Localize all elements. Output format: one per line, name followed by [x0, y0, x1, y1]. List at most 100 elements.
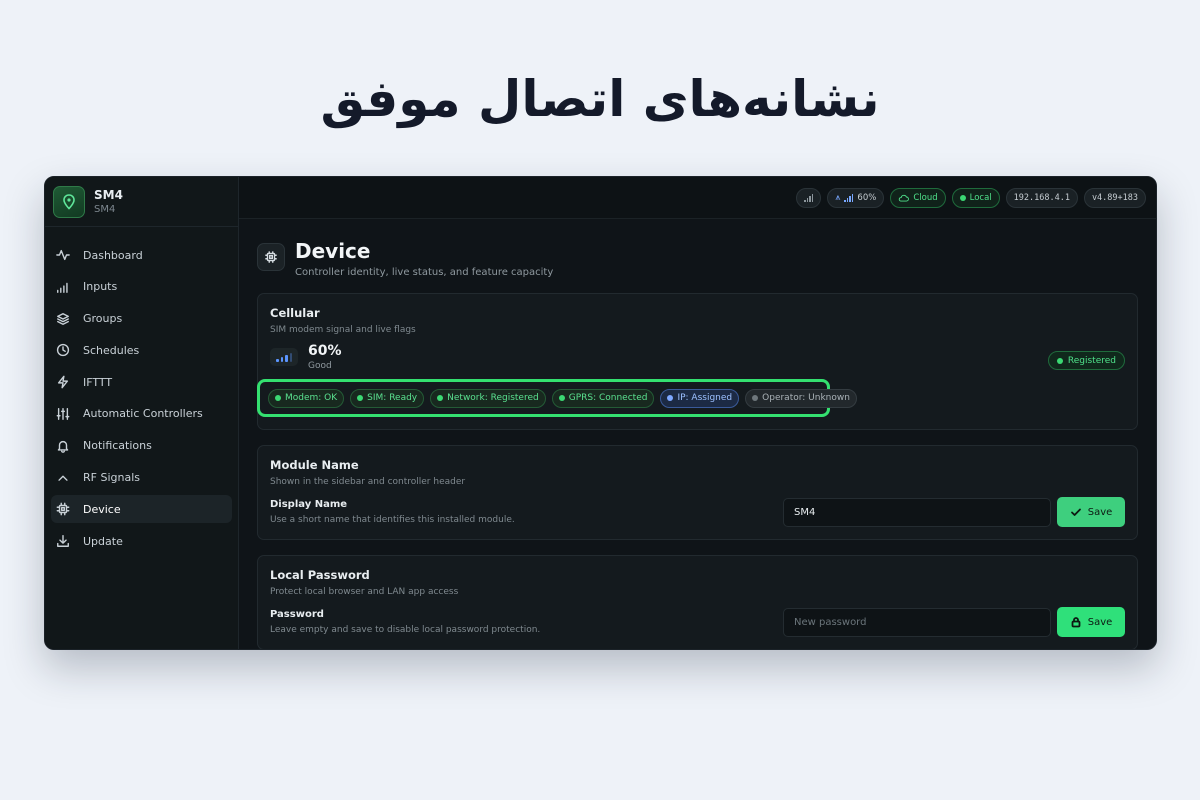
button-label: Save — [1087, 506, 1113, 518]
flag-sim: SIM: Ready — [350, 388, 425, 408]
field-help: Use a short name that identifies this in… — [270, 515, 515, 525]
flag-label: SIM: Ready — [367, 393, 418, 403]
signal-bars-icon — [844, 193, 854, 202]
module-name-card: Module Name Shown in the sidebar and con… — [257, 445, 1138, 540]
flag-modem: Modem: OK — [268, 388, 345, 408]
ip-address: 192.168.4.1 — [1013, 192, 1070, 203]
cellular-signal-chip[interactable]: ⩚ 60% — [827, 187, 885, 208]
card-title: Local Password — [270, 568, 370, 582]
sliders-icon — [55, 406, 71, 422]
sidebar-item-ifttt[interactable]: IFTTT — [51, 368, 232, 396]
sidebar-item-groups[interactable]: Groups — [51, 305, 232, 333]
status-dot — [959, 194, 966, 201]
status-dot — [1056, 357, 1063, 364]
bolt-icon — [55, 374, 71, 390]
sidebar-item-label: IFTTT — [83, 375, 113, 389]
bell-icon — [55, 438, 71, 454]
sidebar-item-device[interactable]: Device — [51, 495, 232, 524]
flag-operator: Operator: Unknown — [745, 388, 857, 408]
signal-bars-icon — [804, 193, 814, 202]
brand-logo-icon — [53, 185, 85, 218]
sidebar-item-schedules[interactable]: Schedules — [51, 336, 232, 364]
ip-address-chip: 192.168.4.1 — [1005, 187, 1078, 208]
local-label: Local — [969, 192, 992, 203]
sidebar-item-label: Automatic Controllers — [83, 407, 203, 421]
version-chip: v4.89+183 — [1083, 187, 1146, 208]
sidebar-item-label: Device — [83, 502, 121, 516]
sidebar-item-label: Schedules — [83, 343, 140, 357]
signal-percent: 60% — [857, 192, 877, 203]
chevron-up-icon — [55, 470, 71, 486]
signal-quality: Good — [308, 361, 332, 371]
page-heading: نشانه‌های اتصال موفق — [320, 70, 880, 128]
download-icon — [55, 533, 71, 549]
sidebar-item-label: Inputs — [83, 280, 118, 294]
flag-network: Network: Registered — [430, 388, 546, 408]
flag-gprs: GPRS: Connected — [551, 388, 655, 408]
save-display-name-button[interactable]: Save — [1057, 497, 1125, 527]
flag-label: GPRS: Connected — [568, 393, 648, 403]
signal-bars-icon — [55, 279, 71, 295]
sidebar-item-label: Dashboard — [83, 248, 143, 262]
registration-badge: Registered — [1047, 351, 1125, 370]
check-icon — [1070, 508, 1081, 516]
sidebar-item-label: Groups — [83, 312, 123, 326]
lock-icon — [1071, 617, 1081, 628]
card-description: Protect local browser and LAN app access — [270, 587, 459, 597]
page-content: Device Controller identity, live status,… — [239, 219, 1156, 649]
signal-strength-icon — [270, 348, 298, 366]
field-label: Password — [270, 609, 324, 620]
field-label: Display Name — [270, 499, 348, 510]
flag-label: Operator: Unknown — [762, 393, 850, 403]
save-password-button[interactable]: Save — [1057, 607, 1125, 637]
activity-icon — [55, 247, 71, 263]
local-password-card: Local Password Protect local browser and… — [257, 555, 1138, 649]
chip-icon — [55, 501, 71, 517]
cellular-card: Cellular SIM modem signal and live flags… — [257, 293, 1138, 430]
sidebar-item-label: RF Signals — [83, 471, 140, 485]
card-title: Cellular — [270, 306, 320, 320]
sidebar: SM4 SM4 Dashboard Inputs Groups Schedule… — [45, 177, 239, 649]
password-input[interactable] — [783, 607, 1051, 637]
brand-name: SM4 — [94, 188, 123, 202]
registration-label: Registered — [1067, 355, 1116, 366]
flag-ip: IP: Assigned — [660, 388, 740, 408]
sidebar-item-update[interactable]: Update — [51, 527, 232, 555]
sidebar-item-automatic-controllers[interactable]: Automatic Controllers — [51, 400, 232, 428]
page-header: Device Controller identity, live status,… — [257, 233, 1138, 278]
antenna-icon: ⩚ — [835, 192, 841, 203]
sidebar-item-dashboard[interactable]: Dashboard — [51, 241, 232, 269]
clock-icon — [55, 342, 71, 358]
cloud-icon — [899, 194, 910, 201]
card-description: SIM modem signal and live flags — [270, 325, 416, 335]
main-panel: ⩚ 60% Cloud Local 192.168.4.1 v4.89+183 — [239, 177, 1156, 649]
display-name-row: Display Name Use a short name that ident… — [270, 497, 1125, 527]
flag-label: Network: Registered — [447, 393, 539, 403]
flag-label: Modem: OK — [285, 393, 338, 403]
card-description: Shown in the sidebar and controller head… — [270, 477, 466, 487]
sidebar-item-label: Notifications — [83, 439, 152, 453]
local-status-chip[interactable]: Local — [951, 187, 1000, 208]
app-window: SM4 SM4 Dashboard Inputs Groups Schedule… — [44, 176, 1157, 650]
live-flags-highlight: Modem: OK SIM: Ready Network: Registered… — [257, 379, 857, 417]
chip-icon — [257, 243, 285, 271]
password-row: Password Leave empty and save to disable… — [270, 607, 1125, 637]
sidebar-item-rf-signals[interactable]: RF Signals — [51, 464, 232, 492]
layers-icon — [55, 311, 71, 327]
button-label: Save — [1087, 616, 1113, 628]
signal-chip[interactable] — [796, 187, 822, 208]
page-title: Device — [295, 239, 371, 263]
cloud-status-chip[interactable]: Cloud — [890, 187, 946, 208]
display-name-input[interactable] — [783, 497, 1051, 527]
cloud-label: Cloud — [913, 192, 938, 203]
signal-summary: 60% Good — [270, 343, 1125, 371]
firmware-version: v4.89+183 — [1091, 192, 1138, 203]
sidebar-nav: Dashboard Inputs Groups Schedules IFTTT … — [45, 227, 238, 571]
sidebar-item-inputs[interactable]: Inputs — [51, 273, 232, 301]
brand-subtitle: SM4 — [94, 204, 116, 215]
card-title: Module Name — [270, 458, 359, 472]
sidebar-item-notifications[interactable]: Notifications — [51, 432, 232, 460]
signal-percent: 60% — [308, 343, 342, 359]
field-help: Leave empty and save to disable local pa… — [270, 625, 541, 635]
status-bar: ⩚ 60% Cloud Local 192.168.4.1 v4.89+183 — [239, 177, 1156, 219]
